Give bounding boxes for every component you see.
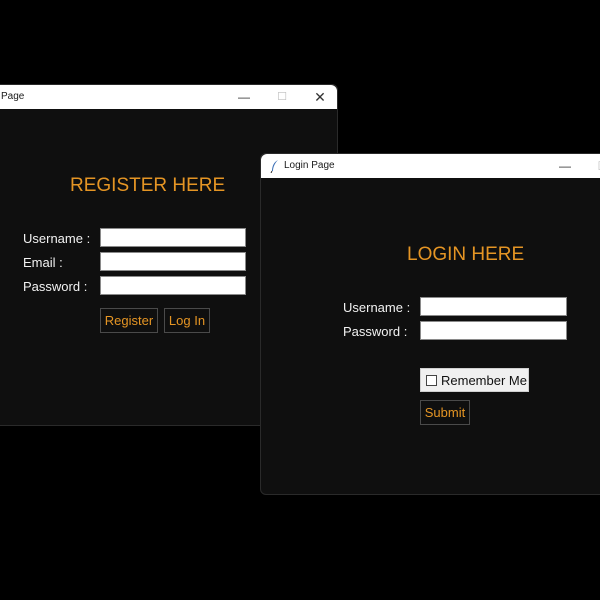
maximize-icon[interactable]: ☐ xyxy=(263,85,301,109)
register-username-input[interactable] xyxy=(100,228,246,247)
login-username-input[interactable] xyxy=(420,297,567,316)
login-password-label: Password : xyxy=(343,324,408,339)
register-email-input[interactable] xyxy=(100,252,246,271)
submit-button[interactable]: Submit xyxy=(420,400,470,425)
login-username-label: Username : xyxy=(343,300,411,315)
register-window-title: Page xyxy=(1,91,25,102)
maximize-icon: ☐ xyxy=(584,154,600,178)
register-heading: REGISTER HERE xyxy=(70,175,226,196)
remember-me-label: Remember Me xyxy=(441,373,527,388)
register-titlebar[interactable]: Page — ☐ ✕ xyxy=(0,85,337,109)
desktop: Page — ☐ ✕ REGISTER HERE Username : Emai… xyxy=(0,0,600,600)
register-button[interactable]: Register xyxy=(100,308,158,333)
register-password-input[interactable] xyxy=(100,276,246,295)
feather-icon xyxy=(270,160,278,173)
register-email-label: Email : xyxy=(23,255,63,270)
remember-me-checkbox[interactable]: Remember Me xyxy=(420,368,529,392)
login-password-input[interactable] xyxy=(420,321,567,340)
login-window-title: Login Page xyxy=(284,160,335,171)
login-titlebar[interactable]: Login Page — ☐ xyxy=(261,154,600,178)
close-icon[interactable]: ✕ xyxy=(301,85,339,109)
minimize-icon[interactable]: — xyxy=(546,154,584,178)
checkbox-icon[interactable] xyxy=(426,375,437,386)
register-username-label: Username : xyxy=(23,231,91,246)
login-window: Login Page — ☐ LOGIN HERE Username : Pas… xyxy=(260,153,600,495)
minimize-icon[interactable]: — xyxy=(225,85,263,109)
log-in-button[interactable]: Log In xyxy=(164,308,210,333)
login-heading: LOGIN HERE xyxy=(407,244,525,265)
register-password-label: Password : xyxy=(23,279,88,294)
